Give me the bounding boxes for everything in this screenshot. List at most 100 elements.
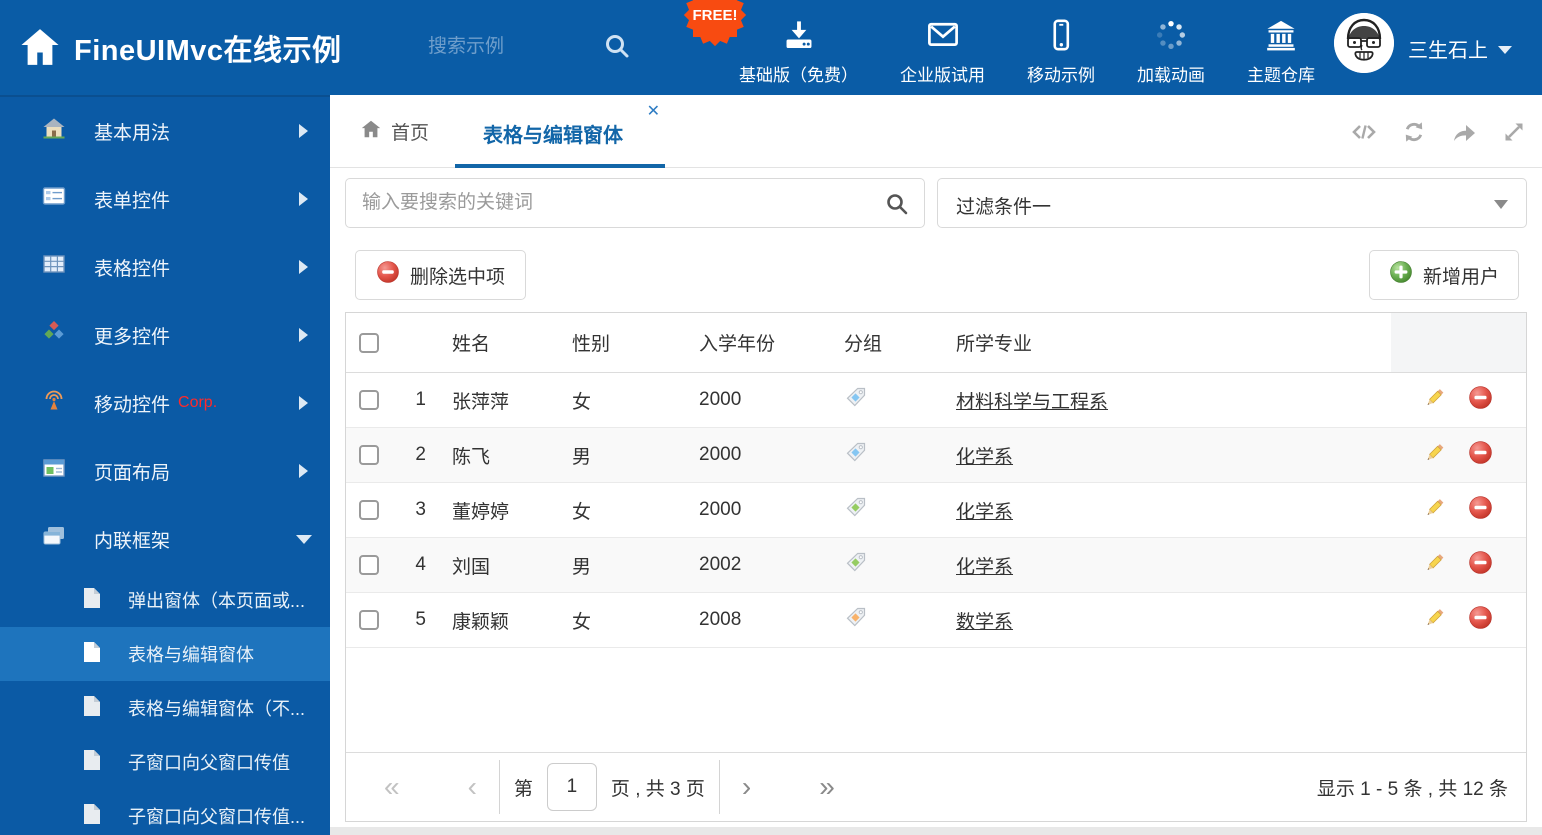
row-checkbox[interactable] (359, 445, 379, 465)
delete-selected-button[interactable]: 删除选中项 (355, 250, 527, 300)
tag-icon (844, 440, 868, 470)
refresh-icon[interactable] (1400, 119, 1428, 150)
keyword-search-box (345, 178, 925, 228)
sidebar-item-page-layout[interactable]: 页面布局 (0, 437, 330, 505)
major-link[interactable]: 数学系 (956, 607, 1013, 634)
home-icon[interactable] (18, 25, 62, 74)
nav-item-label: 移动示例 (1027, 66, 1095, 85)
edit-icon[interactable] (1421, 440, 1446, 471)
sidebar-item-mobile-controls[interactable]: 移动控件 Corp. (0, 369, 330, 437)
search-icon[interactable] (884, 191, 910, 222)
chevron-right-icon (299, 464, 308, 478)
delete-icon[interactable] (1468, 385, 1493, 416)
sidebar-subitem-grid-edit-window-2[interactable]: 表格与编辑窗体（不... (0, 681, 330, 735)
button-label: 新增用户 (1422, 266, 1499, 288)
row-checkbox[interactable] (359, 610, 379, 630)
row-checkbox[interactable] (359, 555, 379, 575)
delete-icon[interactable] (1468, 605, 1493, 636)
header-search-input[interactable] (428, 30, 588, 64)
sidebar-item-label: 页面布局 (94, 462, 171, 484)
select-all-checkbox[interactable] (359, 332, 379, 353)
nav-item-theme-repo[interactable]: 主题仓库 (1226, 10, 1336, 86)
sidebar-subitem-grid-edit-window[interactable]: 表格与编辑窗体 (0, 627, 330, 681)
edit-icon[interactable] (1421, 385, 1446, 416)
avatar[interactable] (1334, 13, 1394, 73)
col-header-name[interactable]: 姓名 (434, 313, 554, 372)
cell-gender: 女 (572, 611, 592, 633)
sidebar: 基本用法 表单控件 表格控件 更多控件 移动控件 Corp. 页面布局 内联框架… (0, 95, 330, 835)
delete-icon[interactable] (1468, 550, 1493, 581)
share-icon[interactable] (1450, 119, 1478, 150)
next-page-button[interactable]: › (734, 773, 759, 801)
expand-icon[interactable] (1500, 119, 1528, 150)
grid-empty-area (346, 648, 1526, 752)
page-number-input[interactable] (546, 763, 597, 811)
edit-icon[interactable] (1421, 605, 1446, 636)
page-prefix: 第 (513, 778, 533, 800)
chevron-down-icon (1494, 200, 1508, 209)
file-icon (82, 641, 102, 668)
table-icon (42, 252, 66, 282)
major-link[interactable]: 材料科学与工程系 (956, 387, 1108, 414)
col-header-gender[interactable]: 性别 (554, 313, 679, 372)
delete-icon[interactable] (1468, 440, 1493, 471)
antenna-icon (42, 388, 66, 418)
chevron-down-icon (296, 535, 312, 544)
col-header-year[interactable]: 入学年份 (679, 313, 824, 372)
form-icon (42, 184, 66, 214)
last-page-button[interactable]: » (811, 773, 843, 801)
sidebar-item-basic-usage[interactable]: 基本用法 (0, 97, 330, 165)
first-page-button[interactable]: « (376, 773, 408, 801)
file-icon (82, 749, 102, 776)
sidebar-subitem-child-to-parent-2[interactable]: 子窗口向父窗口传值... (0, 789, 330, 835)
sidebar-item-grid-controls[interactable]: 表格控件 (0, 233, 330, 301)
layout-icon (42, 456, 66, 486)
close-icon[interactable]: ✕ (647, 101, 660, 121)
sidebar-subitem-child-to-parent[interactable]: 子窗口向父窗口传值 (0, 735, 330, 789)
sidebar-item-form-controls[interactable]: 表单控件 (0, 165, 330, 233)
header-search-icon[interactable] (602, 31, 632, 66)
prev-page-button[interactable]: ‹ (460, 773, 485, 801)
nav-item-enterprise-trial[interactable]: 企业版试用 (879, 10, 1006, 86)
button-label: 删除选中项 (410, 266, 506, 288)
row-number: 5 (415, 609, 426, 630)
nav-item-mobile-demo[interactable]: 移动示例 (1006, 10, 1116, 86)
app-title: FineUIMvc在线示例 (74, 35, 342, 67)
delete-icon[interactable] (1468, 495, 1493, 526)
sidebar-item-more-controls[interactable]: 更多控件 (0, 301, 330, 369)
file-icon (82, 803, 102, 830)
cell-gender: 男 (572, 446, 592, 468)
source-code-icon[interactable] (1350, 119, 1378, 150)
major-link[interactable]: 化学系 (956, 442, 1013, 469)
sidebar-item-iframe[interactable]: 内联框架 (0, 505, 330, 573)
filter-dropdown[interactable]: 过滤条件一 (937, 178, 1527, 228)
edit-icon[interactable] (1421, 550, 1446, 581)
edit-icon[interactable] (1421, 495, 1446, 526)
tab-grid-edit-window[interactable]: 表格与编辑窗体 ✕ (455, 95, 665, 168)
row-number: 1 (415, 389, 426, 410)
tag-icon (844, 605, 868, 635)
download-icon (782, 10, 816, 52)
col-header-major[interactable]: 所学专业 (936, 313, 1391, 372)
major-link[interactable]: 化学系 (956, 497, 1013, 524)
nav-item-label: 主题仓库 (1247, 66, 1315, 85)
tab-home[interactable]: 首页 (360, 95, 429, 168)
keyword-search-input[interactable] (362, 184, 862, 222)
row-checkbox[interactable] (359, 390, 379, 410)
tab-label: 表格与编辑窗体 (483, 125, 623, 147)
page-suffix: 页 , 共 3 页 (610, 778, 705, 800)
tag-icon (844, 385, 868, 415)
add-user-button[interactable]: 新增用户 (1369, 250, 1519, 300)
file-icon (82, 695, 102, 722)
cubes-icon (42, 320, 66, 350)
chevron-right-icon (299, 328, 308, 342)
col-header-group[interactable]: 分组 (824, 313, 936, 372)
pager-divider (718, 760, 720, 814)
user-menu[interactable]: 三生石上 (1408, 34, 1512, 63)
row-checkbox[interactable] (359, 500, 379, 520)
chevron-right-icon (299, 124, 308, 138)
envelope-icon (925, 10, 961, 52)
major-link[interactable]: 化学系 (956, 552, 1013, 579)
nav-item-loading-anim[interactable]: 加载动画 (1116, 10, 1226, 86)
sidebar-subitem-popup-window[interactable]: 弹出窗体（本页面或... (0, 573, 330, 627)
